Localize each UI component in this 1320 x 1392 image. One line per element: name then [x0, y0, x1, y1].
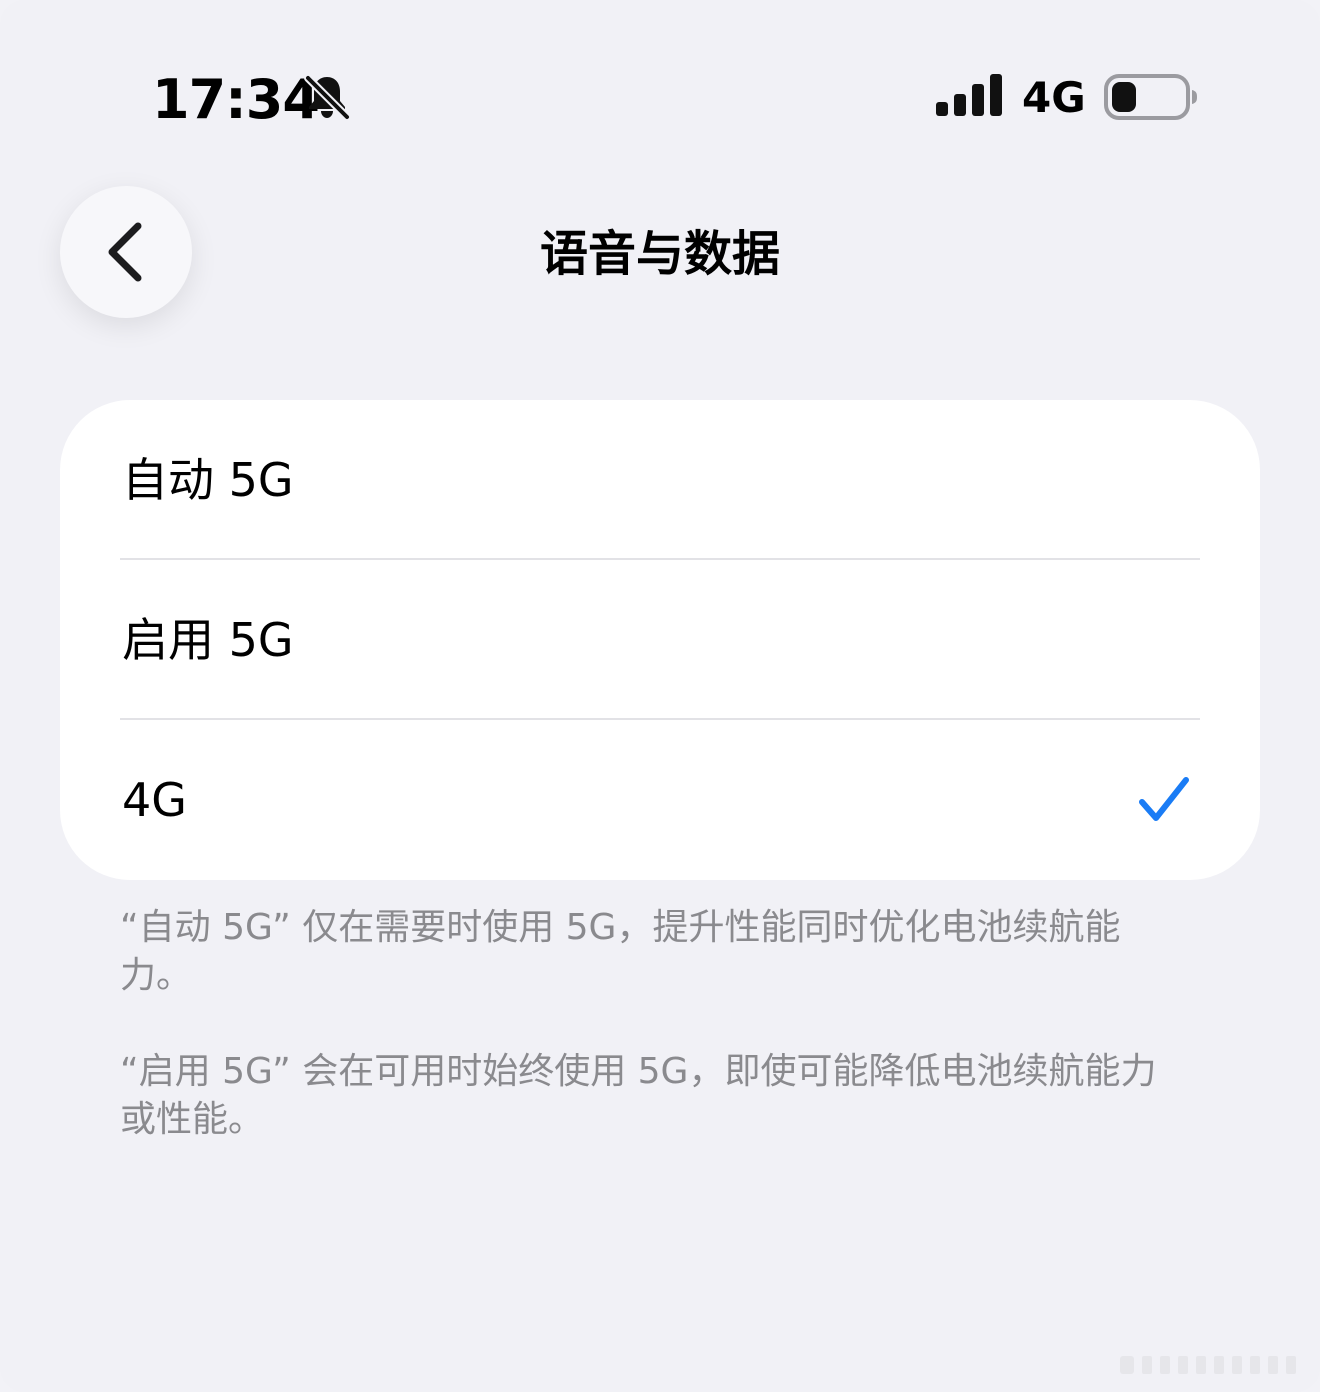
checkmark-icon — [1139, 777, 1189, 821]
footnote-auto-5g: “自动 5G” 仅在需要时使用 5G，提升性能同时优化电池续航能力。 — [120, 907, 1121, 996]
option-enable-5g[interactable]: 启用 5G — [60, 560, 1260, 720]
option-label: 启用 5G — [122, 613, 294, 667]
status-bar: 17:34 4G — [0, 60, 1320, 140]
chevron-left-icon — [108, 222, 142, 282]
screen: 17:34 4G 语音与数据 自动 5G 启用 5G 4G “自动 5G” 仅在… — [0, 0, 1320, 1392]
cellular-signal-icon — [936, 74, 1002, 116]
option-label: 自动 5G — [122, 453, 294, 507]
back-button[interactable] — [60, 186, 192, 318]
network-type-label: 4G — [1022, 73, 1086, 122]
battery-icon — [1104, 74, 1197, 120]
page-title: 语音与数据 — [539, 226, 780, 282]
bell-slash-icon — [304, 74, 351, 121]
option-4g[interactable]: 4G — [60, 720, 1260, 880]
option-label: 4G — [122, 773, 187, 827]
watermark-logo — [1120, 1356, 1296, 1374]
footnote-enable-5g: “启用 5G” 会在可用时始终使用 5G，即使可能降低电池续航能力或性能。 — [120, 1051, 1157, 1140]
status-time: 17:34 — [152, 68, 320, 131]
network-options-list: 自动 5G 启用 5G 4G — [60, 400, 1260, 880]
option-auto-5g[interactable]: 自动 5G — [60, 400, 1260, 560]
